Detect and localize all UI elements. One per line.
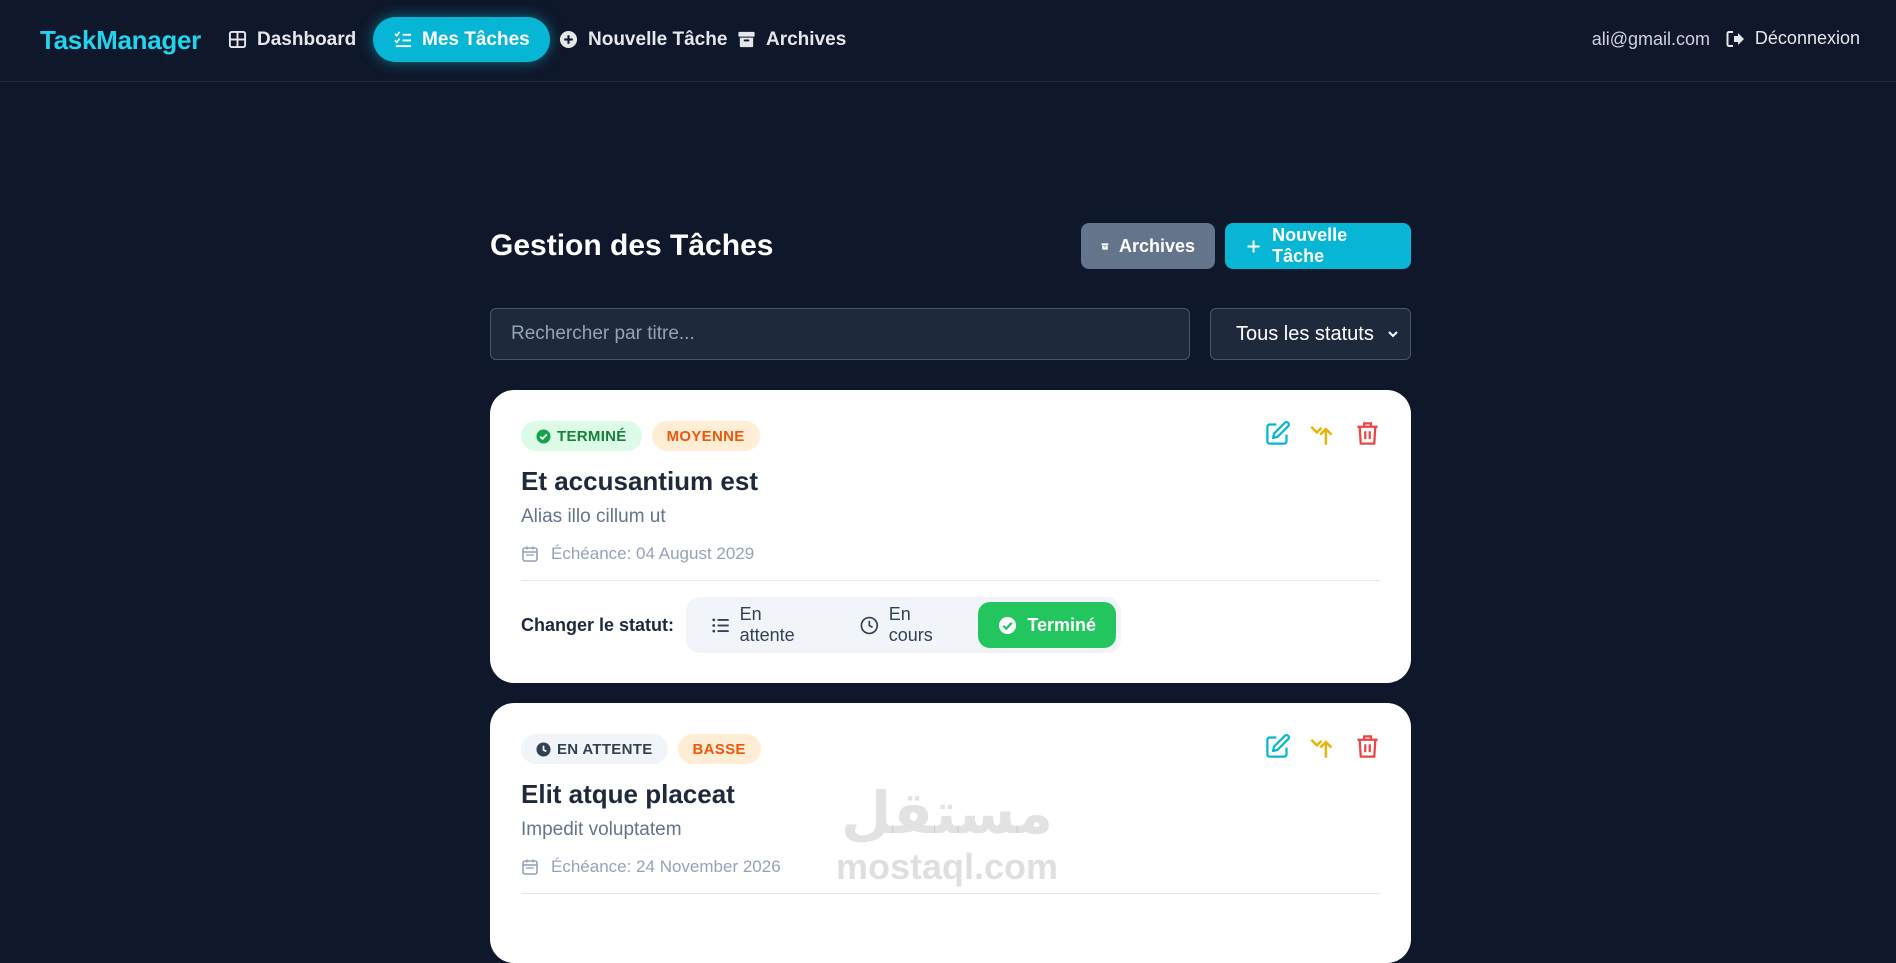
status-badge-label: TERMINÉ — [557, 427, 627, 445]
edit-icon — [1266, 734, 1290, 758]
nav-item-archives[interactable]: Archives — [717, 17, 866, 62]
new-task-button-label: Nouvelle Tâche — [1272, 225, 1348, 266]
task-title: Et accusantium est — [521, 466, 758, 496]
trash-icon — [1357, 735, 1378, 758]
nav-item-label: Dashboard — [257, 28, 357, 50]
archive-task-button[interactable] — [1309, 420, 1336, 447]
task-due-date: Échéance: 24 November 2026 — [521, 857, 781, 877]
status-badge: EN ATTENTE — [521, 734, 668, 764]
dashboard-grid-icon — [228, 30, 247, 49]
status-option-label: En cours — [888, 604, 933, 645]
clock-icon — [536, 741, 551, 757]
task-card: EN ATTENTE BASSE Elit atque placeat Impe… — [490, 703, 1411, 963]
user-email: ali@gmail.com — [1591, 29, 1710, 49]
plus-icon — [1247, 240, 1260, 252]
clock-icon — [860, 616, 879, 634]
delete-button[interactable] — [1354, 733, 1381, 760]
nav-item-dashboard[interactable]: Dashboard — [208, 17, 376, 62]
archives-button-label: Archives — [1118, 235, 1195, 256]
task-badges: TERMINÉ MOYENNE — [521, 421, 760, 451]
card-divider — [521, 893, 1380, 894]
archive-box-icon — [738, 31, 755, 48]
check-circle-icon — [999, 616, 1017, 634]
brand-logo[interactable]: TaskManager — [40, 25, 201, 56]
card-divider — [521, 580, 1380, 581]
task-actions — [1264, 733, 1381, 760]
task-list-icon — [394, 31, 412, 48]
archive-task-button[interactable] — [1309, 733, 1336, 760]
edit-button[interactable] — [1264, 733, 1291, 760]
delete-button[interactable] — [1354, 420, 1381, 447]
page-title: Gestion des Tâches — [490, 229, 774, 262]
status-option-en-attente[interactable]: En attente — [691, 602, 840, 648]
status-option-en-cours[interactable]: En cours — [840, 602, 978, 648]
task-due-text: Échéance: 04 August 2029 — [551, 544, 755, 563]
task-due-date: Échéance: 04 August 2029 — [521, 544, 754, 564]
nav-item-label: Mes Tâches — [422, 28, 530, 50]
logout-button[interactable]: Déconnexion — [1725, 28, 1860, 49]
edit-icon — [1266, 421, 1290, 445]
status-filter-select[interactable]: Tous les statuts — [1210, 308, 1411, 360]
task-title: Elit atque placeat — [521, 779, 735, 809]
priority-badge-label: MOYENNE — [666, 427, 745, 445]
status-option-label: En attente — [739, 604, 795, 645]
calendar-icon — [522, 546, 538, 562]
archive-arrow-icon — [1310, 425, 1333, 445]
new-task-button[interactable]: Nouvelle Tâche — [1225, 223, 1411, 269]
archive-arrow-icon — [1310, 738, 1333, 758]
status-option-label: Terminé — [1027, 614, 1096, 635]
logout-label: Déconnexion — [1754, 28, 1860, 48]
archives-button[interactable]: Archives — [1081, 223, 1215, 269]
archive-box-icon — [1101, 242, 1109, 250]
change-status-label: Changer le statut: — [521, 615, 675, 635]
chevron-down-icon — [1388, 331, 1398, 338]
search-input[interactable] — [490, 308, 1190, 360]
status-filter-value: Tous les statuts — [1236, 322, 1374, 345]
status-option-termine[interactable]: Terminé — [978, 602, 1116, 648]
task-actions — [1264, 420, 1381, 447]
status-badge: TERMINÉ — [521, 421, 642, 451]
nav-item-label: Archives — [766, 28, 847, 50]
nav-item-label: Nouvelle Tâche — [588, 28, 728, 50]
task-due-text: Échéance: 24 November 2026 — [551, 857, 781, 876]
logout-icon — [1726, 30, 1744, 47]
task-description: Impedit voluptatem — [521, 819, 682, 840]
task-badges: EN ATTENTE BASSE — [521, 734, 761, 764]
priority-badge: BASSE — [677, 734, 761, 764]
list-icon — [712, 618, 729, 632]
status-badge-label: EN ATTENTE — [557, 740, 653, 758]
priority-badge: MOYENNE — [651, 421, 760, 451]
priority-badge-label: BASSE — [692, 740, 746, 758]
task-description: Alias illo cillum ut — [521, 506, 666, 527]
trash-icon — [1357, 422, 1378, 445]
calendar-icon — [522, 859, 538, 875]
nav-item-mes-taches[interactable]: Mes Tâches — [373, 17, 550, 62]
check-circle-icon — [536, 428, 551, 444]
plus-circle-icon — [559, 30, 578, 49]
task-card: TERMINÉ MOYENNE Et accusantium est Alias… — [490, 390, 1411, 683]
edit-button[interactable] — [1264, 420, 1291, 447]
top-navbar: TaskManager Dashboard Mes Tâches Nouvell… — [0, 0, 1896, 82]
status-segmented-control: En attente En cours Terminé — [686, 597, 1121, 653]
